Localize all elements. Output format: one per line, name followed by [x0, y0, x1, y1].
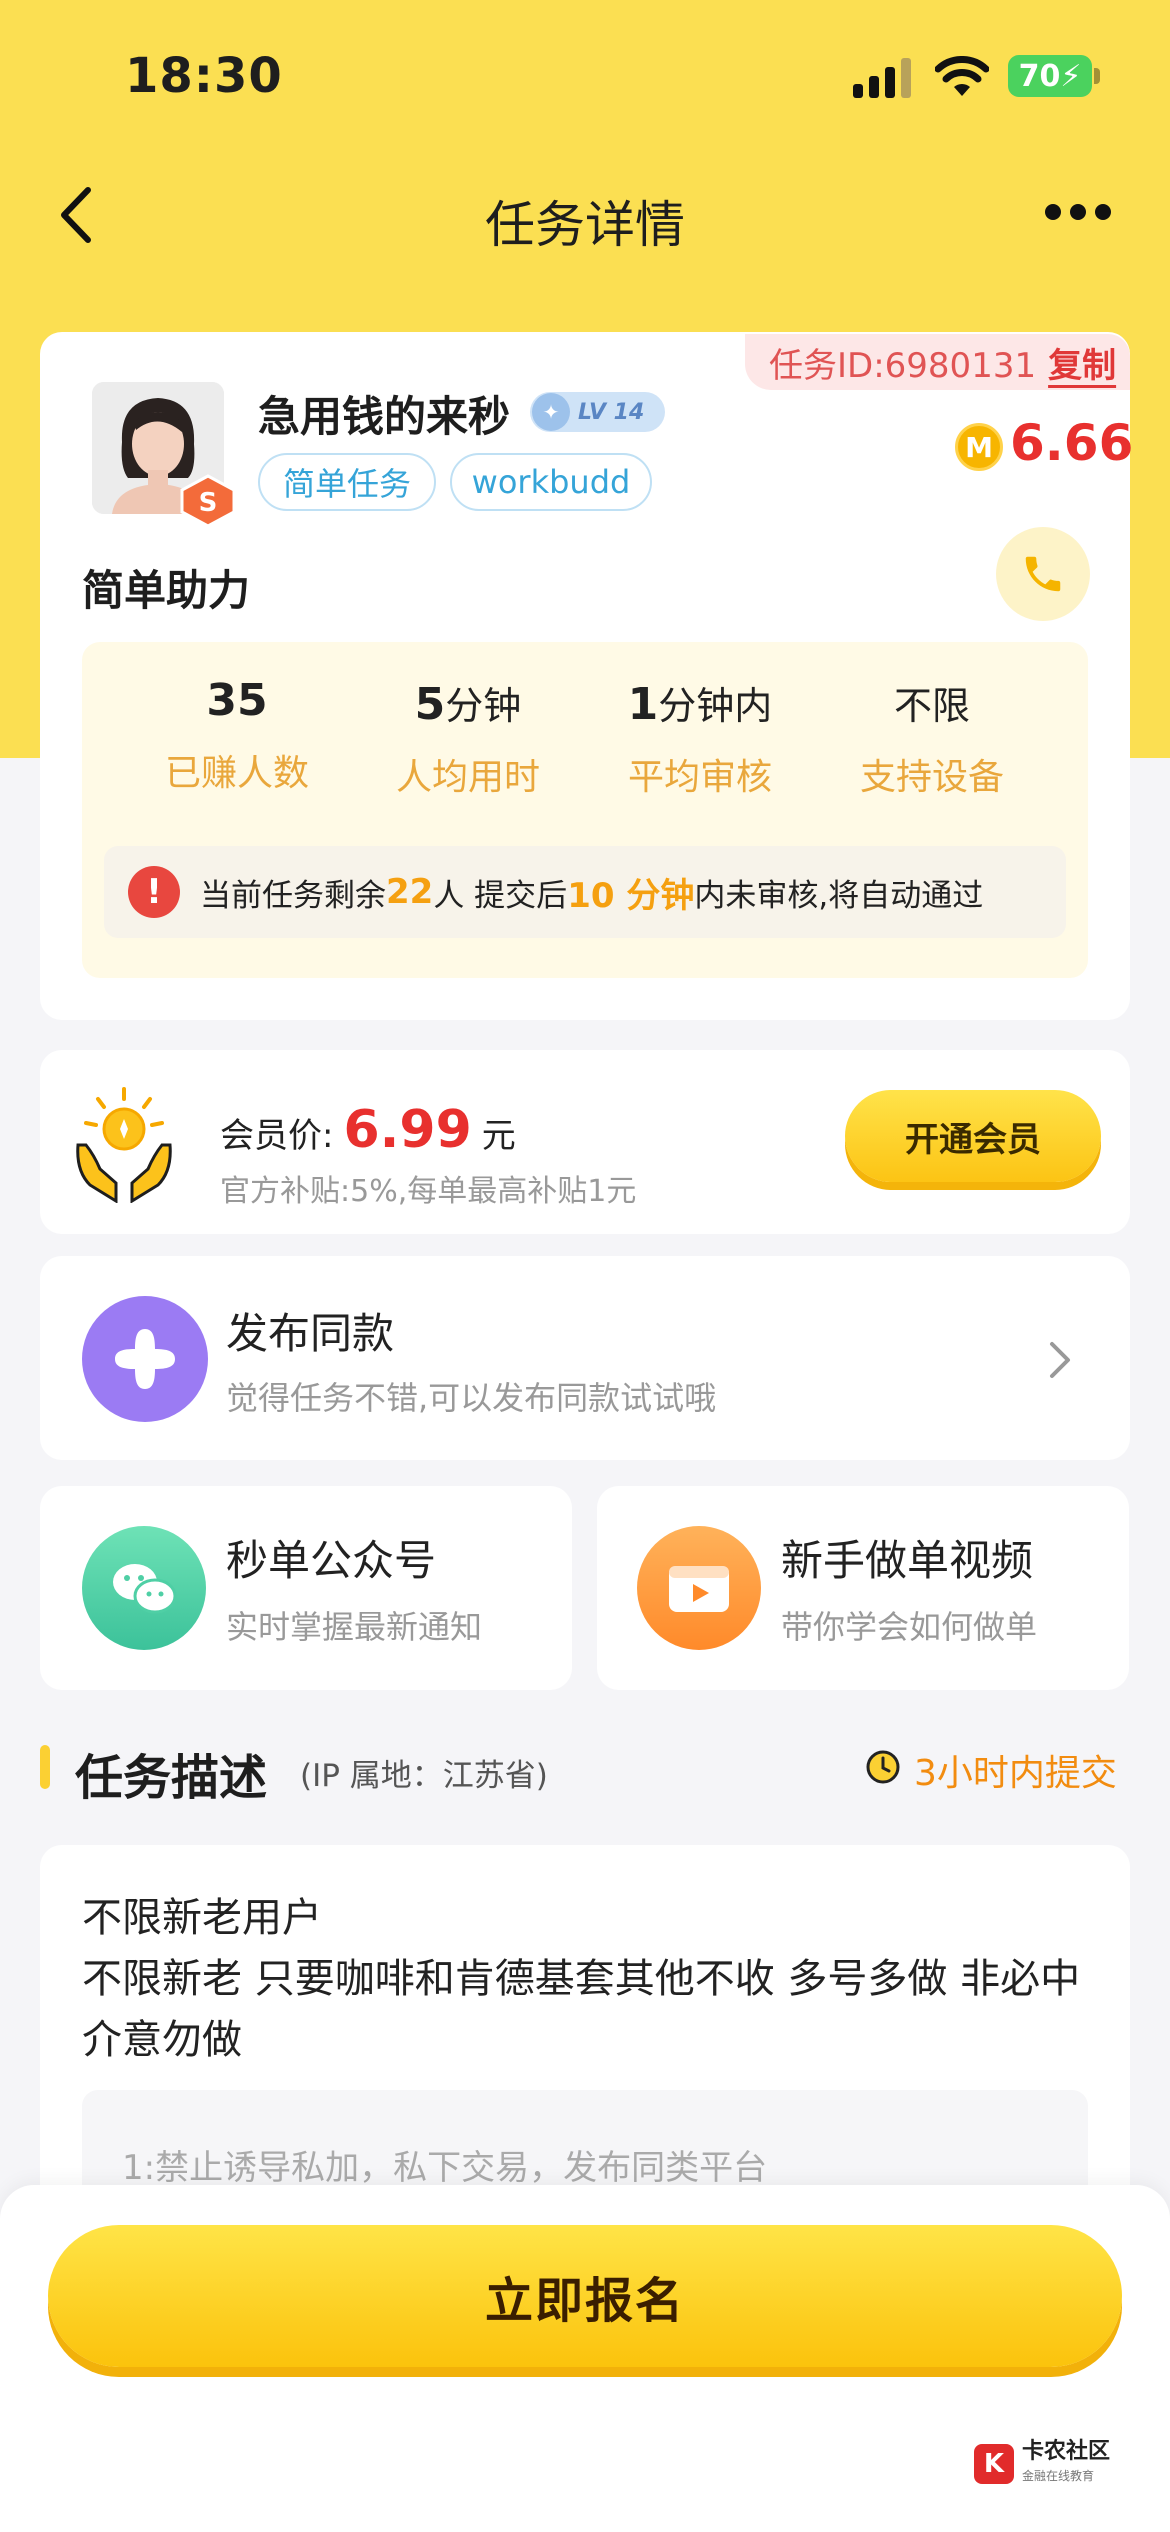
description-text: 不限新老用户 不限新老 只要咖啡和肯德基套其他不收 多号多做 非必中介意勿做 [82, 1895, 1081, 2063]
tag-workbudd: workbudd [450, 453, 652, 511]
member-price-value: 6.99 [343, 1100, 472, 1160]
wifi-icon [935, 56, 989, 96]
battery-tip [1094, 68, 1100, 84]
cellular-signal-icon [853, 58, 911, 98]
chevron-right-icon [1050, 1342, 1070, 1378]
task-id-text: 任务ID:6980131 [769, 345, 1037, 386]
task-notice: ! 当前任务剩余 22 人 提交后 10 分钟 内未审核,将自动通过 [104, 846, 1066, 938]
watermark: K 卡农社区 金融在线教育 [974, 2440, 1110, 2488]
svg-text:S: S [199, 488, 218, 518]
stat-avg-time: 5分钟 人均用时 [395, 679, 540, 798]
clock-icon [866, 1750, 900, 1784]
publish-same-title: 发布同款 [226, 1309, 395, 1358]
video-icon [637, 1526, 761, 1650]
publisher-name: 急用钱的来秒 [258, 392, 511, 441]
more-options-icon[interactable] [1045, 200, 1115, 224]
status-time: 18:30 [125, 48, 283, 104]
phone-glyph-icon [1025, 556, 1061, 592]
kanong-logo-icon: K [974, 2444, 1014, 2484]
member-price-row: 会员价: 6.99 元 [220, 1100, 516, 1160]
official-account-title: 秒单公众号 [226, 1536, 437, 1585]
wechat-icon [82, 1526, 206, 1650]
copy-id-button[interactable]: 复制 [1048, 338, 1116, 387]
page-title: 任务详情 [485, 196, 685, 254]
submit-deadline: 3小时内提交 [914, 1753, 1117, 1794]
ip-location: (IP 属地：江苏省) [300, 1758, 548, 1794]
reward-amount: 6.66 [1010, 414, 1134, 472]
rule-item: 1:禁止诱导私加，私下交易，发布同类平台 [122, 2148, 768, 2188]
plus-icon [82, 1296, 208, 1422]
battery-indicator: 70 ⚡ [1008, 55, 1092, 97]
sign-up-button[interactable]: 立即报名 [48, 2225, 1122, 2367]
official-account-subtitle: 实时掌握最新通知 [226, 1608, 483, 1646]
section-accent-bar [40, 1745, 50, 1789]
phone-icon[interactable] [996, 527, 1090, 621]
stat-devices: 不限 支持设备 [859, 684, 1004, 798]
stat-avg-review: 1分钟内 平均审核 [627, 679, 773, 798]
task-id-badge: 任务ID:6980131 复制 [745, 334, 1130, 390]
s-rank-badge-icon: S [180, 474, 236, 528]
coin-icon: M [955, 423, 1003, 471]
tag-simple-task: 简单任务 [258, 453, 436, 511]
tutorial-video-subtitle: 带你学会如何做单 [781, 1608, 1038, 1646]
task-name: 简单助力 [82, 566, 251, 615]
member-subsidy-text: 官方补贴:5%,每单最高补贴1元 [220, 1174, 637, 1209]
description-title: 任务描述 [75, 1750, 268, 1806]
open-membership-button[interactable]: 开通会员 [845, 1090, 1101, 1182]
coin-hands-icon [76, 1087, 172, 1203]
level-badge: ✦ LV 14 [530, 392, 665, 432]
level-medal-icon: ✦ [532, 393, 570, 431]
tutorial-video-title: 新手做单视频 [781, 1536, 1034, 1585]
warning-icon: ! [128, 866, 180, 918]
publish-same-subtitle: 觉得任务不错,可以发布同款试试哦 [226, 1379, 717, 1417]
stat-earned-count: 35 已赚人数 [164, 675, 309, 794]
